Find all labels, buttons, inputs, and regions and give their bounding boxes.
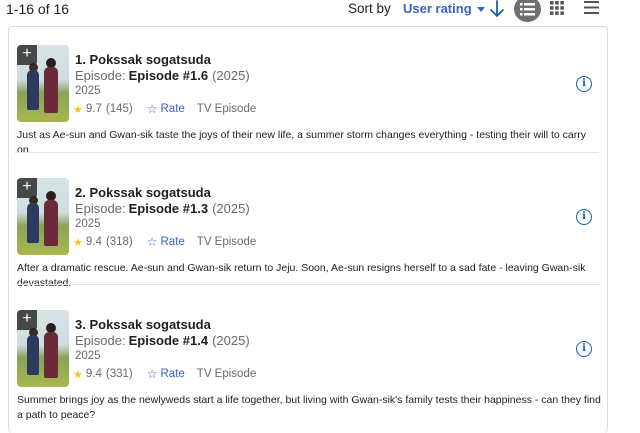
- vote-count: (331): [105, 368, 133, 380]
- episode-label: Episode:: [75, 201, 126, 216]
- item-description: Just as Ae-sun and Gwan-sik taste the jo…: [17, 129, 586, 156]
- item-description: Summer brings joy as the newlyweds start…: [17, 394, 601, 421]
- arrow-down-icon[interactable]: [487, 0, 507, 19]
- episode-year: (2025): [212, 201, 250, 216]
- rating-row: ★ 9.7 (145) ☆ Rate TV Episode: [73, 102, 256, 116]
- item-title[interactable]: 1. Pokssak sogatsuda: [75, 52, 211, 67]
- release-year: 2025: [75, 85, 101, 97]
- episode-label: Episode:: [75, 333, 126, 348]
- episode-line: Episode: Episode #1.6 (2025): [75, 68, 250, 83]
- title-type: TV Episode: [196, 236, 257, 248]
- release-year: 2025: [75, 350, 101, 362]
- poster-figure: [27, 203, 39, 243]
- star-icon: ★: [73, 103, 83, 116]
- rate-label: Rate: [160, 103, 185, 115]
- sort-select-value: User rating: [403, 1, 472, 16]
- rating-row: ★ 9.4 (331) ☆ Rate TV Episode: [73, 367, 256, 381]
- episode-number[interactable]: Episode #1.4: [129, 333, 208, 348]
- add-to-watchlist-icon[interactable]: +: [17, 178, 37, 198]
- star-icon: ★: [73, 236, 83, 249]
- rating-value: 9.4: [85, 236, 102, 248]
- rate-label: Rate: [160, 236, 185, 248]
- vote-count: (318): [105, 236, 133, 248]
- poster-figure: [27, 70, 39, 110]
- poster-figure: [44, 332, 58, 378]
- poster-figure: [44, 200, 58, 246]
- grid-view-icon[interactable]: [550, 1, 564, 15]
- poster-figure: [44, 67, 58, 113]
- title-type: TV Episode: [196, 103, 257, 115]
- rating-value: 9.7: [85, 103, 102, 115]
- episode-line: Episode: Episode #1.3 (2025): [75, 201, 250, 216]
- add-to-watchlist-icon[interactable]: +: [17, 45, 37, 65]
- star-outline-icon: ☆: [146, 235, 158, 249]
- rate-button[interactable]: ☆ Rate: [147, 235, 185, 249]
- item-title[interactable]: 3. Pokssak sogatsuda: [75, 317, 211, 332]
- episode-label: Episode:: [75, 68, 126, 83]
- item-description: After a dramatic rescue. Ae-sun and Gwan…: [17, 262, 586, 289]
- item-title[interactable]: 2. Pokssak sogatsuda: [75, 185, 211, 200]
- results-toolbar: 1-16 of 16 Sort by User rating: [0, 0, 640, 24]
- vote-count: (145): [105, 103, 133, 115]
- poster-figure: [27, 335, 39, 375]
- sort-by-label: Sort by: [348, 1, 391, 16]
- star-icon: ★: [73, 368, 83, 381]
- episode-number[interactable]: Episode #1.3: [129, 201, 208, 216]
- rate-button[interactable]: ☆ Rate: [147, 367, 185, 381]
- results-list: + 1. Pokssak sogatsuda Episode: Episode #…: [8, 26, 608, 433]
- add-to-watchlist-icon[interactable]: +: [17, 310, 37, 330]
- results-count: 1-16 of 16: [6, 1, 70, 17]
- chevron-down-icon: [476, 7, 485, 12]
- rating-value: 9.4: [85, 368, 102, 380]
- rate-label: Rate: [160, 368, 185, 380]
- release-year: 2025: [75, 218, 101, 230]
- rating-row: ★ 9.4 (318) ☆ Rate TV Episode: [73, 235, 256, 249]
- episode-year: (2025): [212, 68, 250, 83]
- star-outline-icon: ☆: [146, 102, 158, 116]
- info-icon[interactable]: i: [576, 76, 592, 92]
- episode-number[interactable]: Episode #1.6: [129, 68, 208, 83]
- poster-image[interactable]: +: [17, 178, 69, 255]
- episode-line: Episode: Episode #1.4 (2025): [75, 333, 250, 348]
- info-icon[interactable]: i: [576, 341, 592, 357]
- star-outline-icon: ☆: [146, 367, 158, 381]
- sort-select[interactable]: User rating: [403, 1, 485, 16]
- episode-year: (2025): [212, 333, 250, 348]
- poster-image[interactable]: +: [17, 310, 69, 387]
- info-icon[interactable]: i: [576, 209, 592, 225]
- poster-image[interactable]: +: [17, 45, 69, 122]
- compact-view-icon[interactable]: [584, 1, 599, 14]
- title-type: TV Episode: [196, 368, 257, 380]
- list-view-icon[interactable]: [514, 0, 541, 22]
- rate-button[interactable]: ☆ Rate: [147, 102, 185, 116]
